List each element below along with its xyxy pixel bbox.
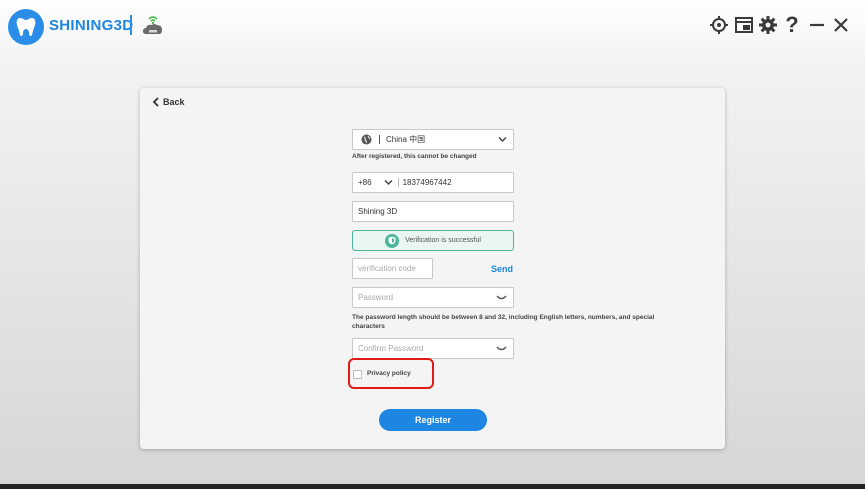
confirm-password-placeholder: Confirm Password: [358, 344, 424, 353]
back-button[interactable]: Back: [152, 97, 185, 107]
verification-text: Verification is successful: [405, 237, 481, 244]
brand-name: SHINING3D: [49, 17, 134, 34]
screenshot-icon[interactable]: [733, 14, 755, 36]
title-divider: [130, 15, 132, 35]
eye-closed-icon[interactable]: [496, 295, 507, 301]
register-button[interactable]: Register: [379, 409, 487, 431]
verification-code-input[interactable]: verification code: [352, 258, 433, 279]
phone-field[interactable]: +86 18374967442: [352, 172, 514, 193]
phone-divider: [397, 178, 399, 187]
shield-icon: [385, 233, 400, 248]
help-icon[interactable]: ?: [781, 14, 803, 36]
country-divider: [379, 135, 380, 144]
phone-number[interactable]: 18374967442: [403, 178, 452, 187]
name-field[interactable]: Shining 3D: [352, 201, 514, 222]
register-card: Back China 中国 After registered, this can…: [140, 88, 725, 449]
send-button[interactable]: Send: [491, 264, 513, 274]
name-value: Shining 3D: [358, 207, 398, 216]
chevron-down-icon: [498, 136, 507, 143]
title-bar: SHINING3D ?: [0, 0, 865, 52]
globe-icon: [361, 134, 372, 145]
eye-closed-icon[interactable]: [496, 346, 507, 352]
country-value: China 中国: [386, 135, 426, 144]
password-hint: The password length should be between 8 …: [352, 314, 655, 330]
country-hint: After registered, this cannot be changed: [352, 153, 477, 160]
close-icon[interactable]: [830, 14, 852, 36]
target-icon[interactable]: [708, 14, 730, 36]
confirm-password-input[interactable]: Confirm Password: [352, 338, 514, 359]
minimize-icon[interactable]: [806, 14, 828, 36]
privacy-policy-link[interactable]: Privacy policy: [367, 370, 411, 377]
country-select[interactable]: China 中国: [352, 129, 514, 150]
phone-code[interactable]: +86: [358, 178, 372, 187]
password-input[interactable]: Password: [352, 287, 514, 308]
verification-status: Verification is successful: [352, 230, 514, 251]
cloud-wifi-icon[interactable]: [141, 14, 165, 38]
back-label: Back: [163, 97, 185, 107]
privacy-checkbox[interactable]: [353, 370, 362, 379]
gear-icon[interactable]: [757, 14, 779, 36]
verification-code-placeholder: verification code: [358, 264, 416, 273]
chevron-left-icon: [152, 97, 159, 107]
chevron-down-icon[interactable]: [384, 179, 393, 186]
tooth-logo-icon: [8, 9, 44, 45]
password-placeholder: Password: [358, 293, 394, 302]
bottom-border: [0, 484, 865, 489]
